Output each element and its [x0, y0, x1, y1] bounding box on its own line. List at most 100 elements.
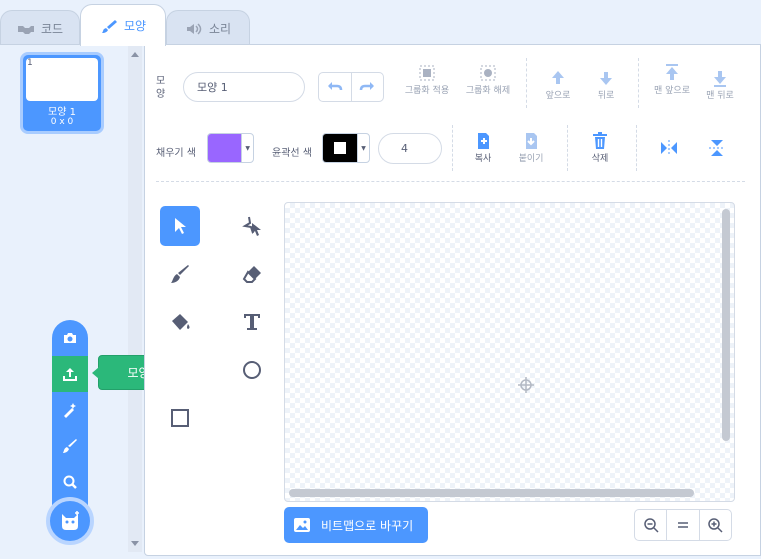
backward-label: 뒤로 [597, 91, 615, 101]
paste-button[interactable]: 붙이기 [511, 131, 551, 165]
upload-button[interactable] [52, 356, 88, 392]
trash-icon [593, 132, 607, 149]
fill-tool[interactable] [160, 302, 200, 342]
front-button[interactable]: 맨 앞으로 [652, 63, 692, 97]
arrow-down-icon [600, 72, 612, 85]
costume-label: 모양 [156, 76, 166, 100]
toolbar-separator [156, 181, 745, 182]
square-icon [171, 409, 189, 427]
convert-label: 비트맵으로 바꾸기 [321, 518, 414, 533]
zoom-out-button[interactable] [635, 510, 666, 540]
crosshair-icon [518, 377, 534, 393]
costume-size: 0 x 0 [50, 117, 74, 127]
image-icon [294, 518, 310, 532]
brush-tool[interactable] [160, 254, 200, 294]
reshape-tool[interactable] [232, 206, 272, 246]
back-button[interactable]: 맨 뒤로 [700, 68, 740, 102]
camera-button[interactable] [52, 320, 88, 356]
paint-icon [63, 439, 77, 453]
toolbar-divider [638, 58, 639, 108]
copy-button[interactable]: 복사 [463, 131, 503, 165]
costume-thumbnail [26, 58, 98, 101]
group-button[interactable]: 그룹화 적용 [402, 63, 452, 97]
redo-icon [360, 82, 375, 91]
text-tool[interactable] [232, 302, 272, 342]
tab-sounds-label: 소리 [208, 22, 232, 36]
arrow-cursor-icon [175, 218, 186, 234]
eraser-icon [242, 266, 261, 283]
costume-item[interactable]: 1 모양 1 0 x 0 [20, 52, 104, 134]
undo-icon [327, 82, 342, 91]
zoom-in-icon [708, 518, 723, 533]
camera-icon [64, 333, 76, 343]
tab-code-label: 코드 [40, 22, 64, 36]
convert-to-bitmap-button[interactable]: 비트맵으로 바꾸기 [284, 507, 428, 543]
upload-icon [63, 368, 77, 381]
arrow-to-bottom-icon [714, 71, 726, 87]
ungroup-button[interactable]: 그룹화 해제 [464, 63, 512, 97]
copy-icon [478, 133, 489, 149]
group-icon [419, 65, 435, 81]
editor-tabs: 코드 모양 소리 [0, 0, 761, 46]
undo-redo-group [318, 72, 384, 102]
costume-index: 1 [27, 58, 33, 68]
costume-name-input[interactable]: 모양 1 [183, 72, 305, 102]
tab-costumes-label: 모양 [123, 19, 147, 33]
backward-button[interactable]: 뒤로 [586, 68, 626, 102]
paint-button[interactable] [52, 428, 88, 464]
add-costume-menu [52, 320, 88, 520]
arrow-up-icon [552, 71, 564, 84]
delete-button[interactable]: 삭제 [580, 131, 620, 165]
add-costume-button[interactable] [46, 497, 94, 545]
ungroup-icon [480, 65, 496, 81]
tab-sounds[interactable]: 소리 [166, 10, 250, 46]
zoom-controls [634, 509, 732, 541]
scroll-up-icon[interactable] [131, 52, 139, 57]
costume-name: 모양 1 [48, 107, 76, 118]
fill-swatch [208, 134, 242, 162]
outline-color-picker[interactable]: ▼ [322, 133, 370, 163]
flip-horizontal-icon [661, 140, 677, 156]
fill-label: 채우기 색 [156, 148, 196, 159]
canvas-horizontal-scrollbar[interactable] [289, 489, 694, 497]
flip-vertical-button[interactable] [706, 138, 728, 161]
tab-costumes[interactable]: 모양 [80, 4, 166, 46]
toolbar-divider [526, 58, 527, 108]
tab-code[interactable]: 코드 [0, 10, 80, 46]
circle-tool[interactable] [232, 350, 272, 390]
rectangle-tool[interactable] [160, 398, 200, 438]
zoom-reset-button[interactable] [666, 510, 698, 540]
arrow-to-top-icon [666, 64, 678, 80]
drawing-canvas[interactable] [284, 202, 735, 502]
forward-button[interactable]: 앞으로 [538, 68, 578, 102]
outline-label: 윤곽선 색 [272, 148, 312, 159]
toolbar-divider [567, 125, 568, 171]
search-icon [63, 475, 77, 489]
costume-list-scrollbar[interactable] [128, 46, 142, 552]
eraser-tool[interactable] [232, 254, 272, 294]
zoom-out-icon [643, 518, 659, 533]
flip-vertical-icon [709, 140, 725, 156]
speaker-icon [186, 22, 202, 35]
outline-width-input[interactable]: 4 [378, 133, 442, 164]
brush-icon [101, 19, 117, 33]
paste-label: 붙이기 [518, 154, 544, 164]
fill-color-picker[interactable]: ▼ [207, 133, 254, 163]
choose-button[interactable] [52, 464, 88, 500]
flip-horizontal-button[interactable] [658, 138, 680, 161]
undo-button[interactable] [319, 73, 351, 101]
toolbar-divider [452, 125, 453, 171]
surprise-button[interactable] [52, 392, 88, 428]
reshape-icon [242, 216, 261, 236]
zoom-in-button[interactable] [698, 510, 731, 540]
redo-button[interactable] [350, 73, 384, 101]
delete-label: 삭제 [591, 154, 609, 164]
surprise-icon [64, 403, 76, 418]
scroll-down-icon[interactable] [131, 541, 139, 546]
brush-icon [171, 265, 189, 283]
toolbar-divider [636, 125, 637, 171]
select-tool[interactable] [160, 206, 200, 246]
paint-bucket-icon [172, 314, 190, 330]
canvas-vertical-scrollbar[interactable] [722, 209, 730, 441]
front-label: 맨 앞으로 [654, 86, 690, 96]
